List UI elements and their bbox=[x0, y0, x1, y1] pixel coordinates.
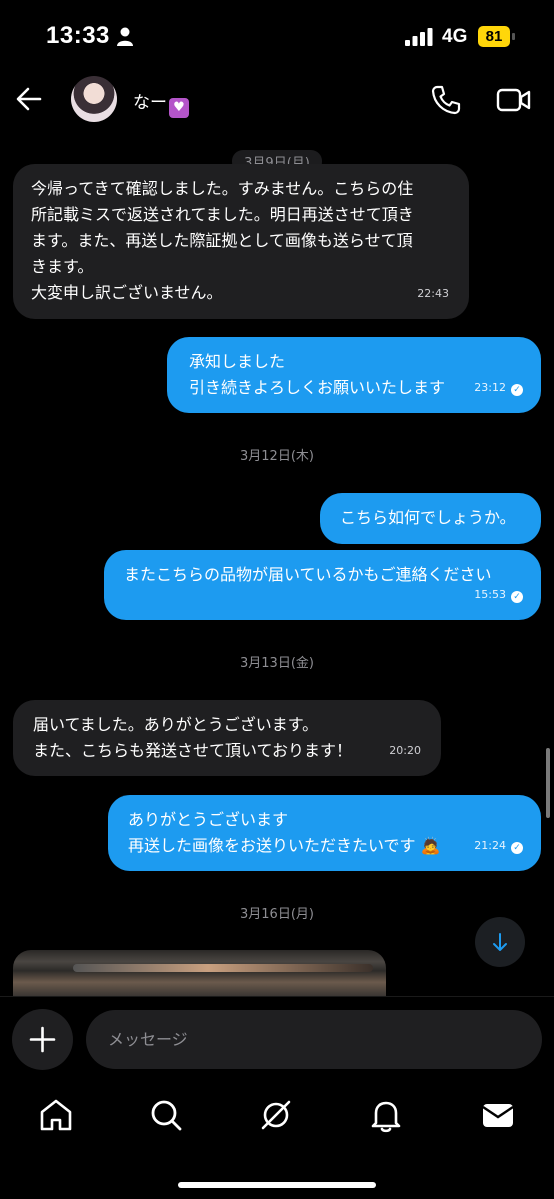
message-time: 15:53 bbox=[474, 588, 506, 601]
date-separator: 3月12日(木) bbox=[0, 445, 554, 464]
signal-icon bbox=[405, 28, 433, 46]
notifications-icon[interactable] bbox=[366, 1095, 406, 1135]
read-check-icon: ✓ bbox=[511, 842, 523, 854]
contact-name-text: なー bbox=[133, 93, 167, 113]
message-line: 今帰ってきて確認しました。すみません。こちらの住 bbox=[31, 179, 414, 198]
message-status: 15:53 ✓ bbox=[474, 582, 523, 608]
message-line: 再送した画像をお送りいただきたいです 🙇 bbox=[128, 836, 441, 855]
outgoing-message[interactable]: 承知しました 引き続きよろしくお願いいたします 23:12 ✓ bbox=[167, 337, 541, 413]
home-indicator[interactable] bbox=[178, 1182, 376, 1188]
arrow-down-icon bbox=[493, 933, 507, 951]
date-separator: 3月13日(金) bbox=[0, 652, 554, 671]
avatar[interactable] bbox=[71, 76, 117, 122]
message-line: ありがとうございます bbox=[128, 810, 289, 829]
heart-badge-icon: ♥ bbox=[169, 98, 189, 118]
message-line: またこちらの品物が届いているかもご連絡ください bbox=[124, 565, 492, 584]
message-line: 引き続きよろしくお願いいたします bbox=[189, 378, 446, 397]
message-line: 大変申し訳ございません。 bbox=[31, 283, 223, 302]
date-text: 3月12日(木) bbox=[240, 449, 314, 464]
date-separator: 3月16日(月) bbox=[0, 903, 554, 922]
network-type: 4G bbox=[442, 26, 468, 47]
message-status: 21:24 ✓ bbox=[474, 833, 523, 859]
person-icon bbox=[117, 27, 133, 46]
message-line: 所記載ミスで返送されてました。明日再送させて頂き bbox=[31, 205, 414, 224]
composer-divider bbox=[0, 996, 554, 997]
status-time: 13:33 bbox=[46, 22, 110, 49]
back-arrow-icon[interactable] bbox=[14, 84, 44, 114]
date-text: 3月16日(月) bbox=[240, 907, 314, 922]
message-time: 22:43 bbox=[417, 287, 449, 300]
message-status: 23:12 ✓ bbox=[474, 375, 523, 401]
message-line: ます。また、再送した際証拠として画像も送らせて頂 bbox=[31, 231, 413, 250]
grok-icon[interactable] bbox=[256, 1095, 296, 1135]
message-time: 23:12 bbox=[474, 381, 506, 394]
message-line: こちら如何でしょうか。 bbox=[340, 508, 516, 527]
read-check-icon: ✓ bbox=[511, 384, 523, 396]
date-text: 3月13日(金) bbox=[240, 656, 314, 671]
incoming-message[interactable]: 今帰ってきて確認しました。すみません。こちらの住 所記載ミスで返送されてました。… bbox=[13, 164, 469, 319]
outgoing-message[interactable]: ありがとうございます 再送した画像をお送りいただきたいです 🙇 21:24 ✓ bbox=[108, 795, 541, 871]
outgoing-message[interactable]: こちら如何でしょうか。 bbox=[320, 493, 541, 544]
incoming-message[interactable]: 届いてました。ありがとうございます。 また、こちらも発送させて頂いております！ … bbox=[13, 700, 441, 776]
image-message[interactable] bbox=[13, 950, 386, 996]
add-attachment-button[interactable] bbox=[12, 1009, 73, 1070]
plus-icon bbox=[29, 1026, 56, 1053]
message-time: 20:20 bbox=[389, 744, 421, 757]
message-line: きます。 bbox=[31, 257, 94, 276]
phone-icon[interactable] bbox=[430, 84, 462, 116]
bowing-emoji-icon: 🙇 bbox=[420, 836, 441, 855]
video-call-icon[interactable] bbox=[496, 86, 532, 114]
message-time: 21:24 bbox=[474, 839, 506, 852]
message-line: 届いてました。ありがとうございます。 bbox=[33, 715, 319, 734]
read-check-icon: ✓ bbox=[511, 591, 523, 603]
message-line: 承知しました bbox=[189, 352, 286, 371]
message-line: また、こちらも発送させて頂いております！ bbox=[33, 741, 353, 760]
scroll-to-bottom-button[interactable] bbox=[475, 917, 525, 967]
battery-level: 81 bbox=[478, 26, 510, 47]
contact-name[interactable]: なー ♥ bbox=[133, 88, 189, 118]
home-icon[interactable] bbox=[36, 1095, 76, 1135]
scrollbar[interactable] bbox=[546, 748, 550, 818]
search-icon[interactable] bbox=[146, 1095, 186, 1135]
battery-icon: 81 bbox=[478, 26, 516, 47]
messages-icon[interactable] bbox=[478, 1095, 518, 1135]
outgoing-message[interactable]: またこちらの品物が届いているかもご連絡ください 15:53 ✓ bbox=[104, 550, 541, 620]
message-input[interactable] bbox=[86, 1010, 542, 1069]
